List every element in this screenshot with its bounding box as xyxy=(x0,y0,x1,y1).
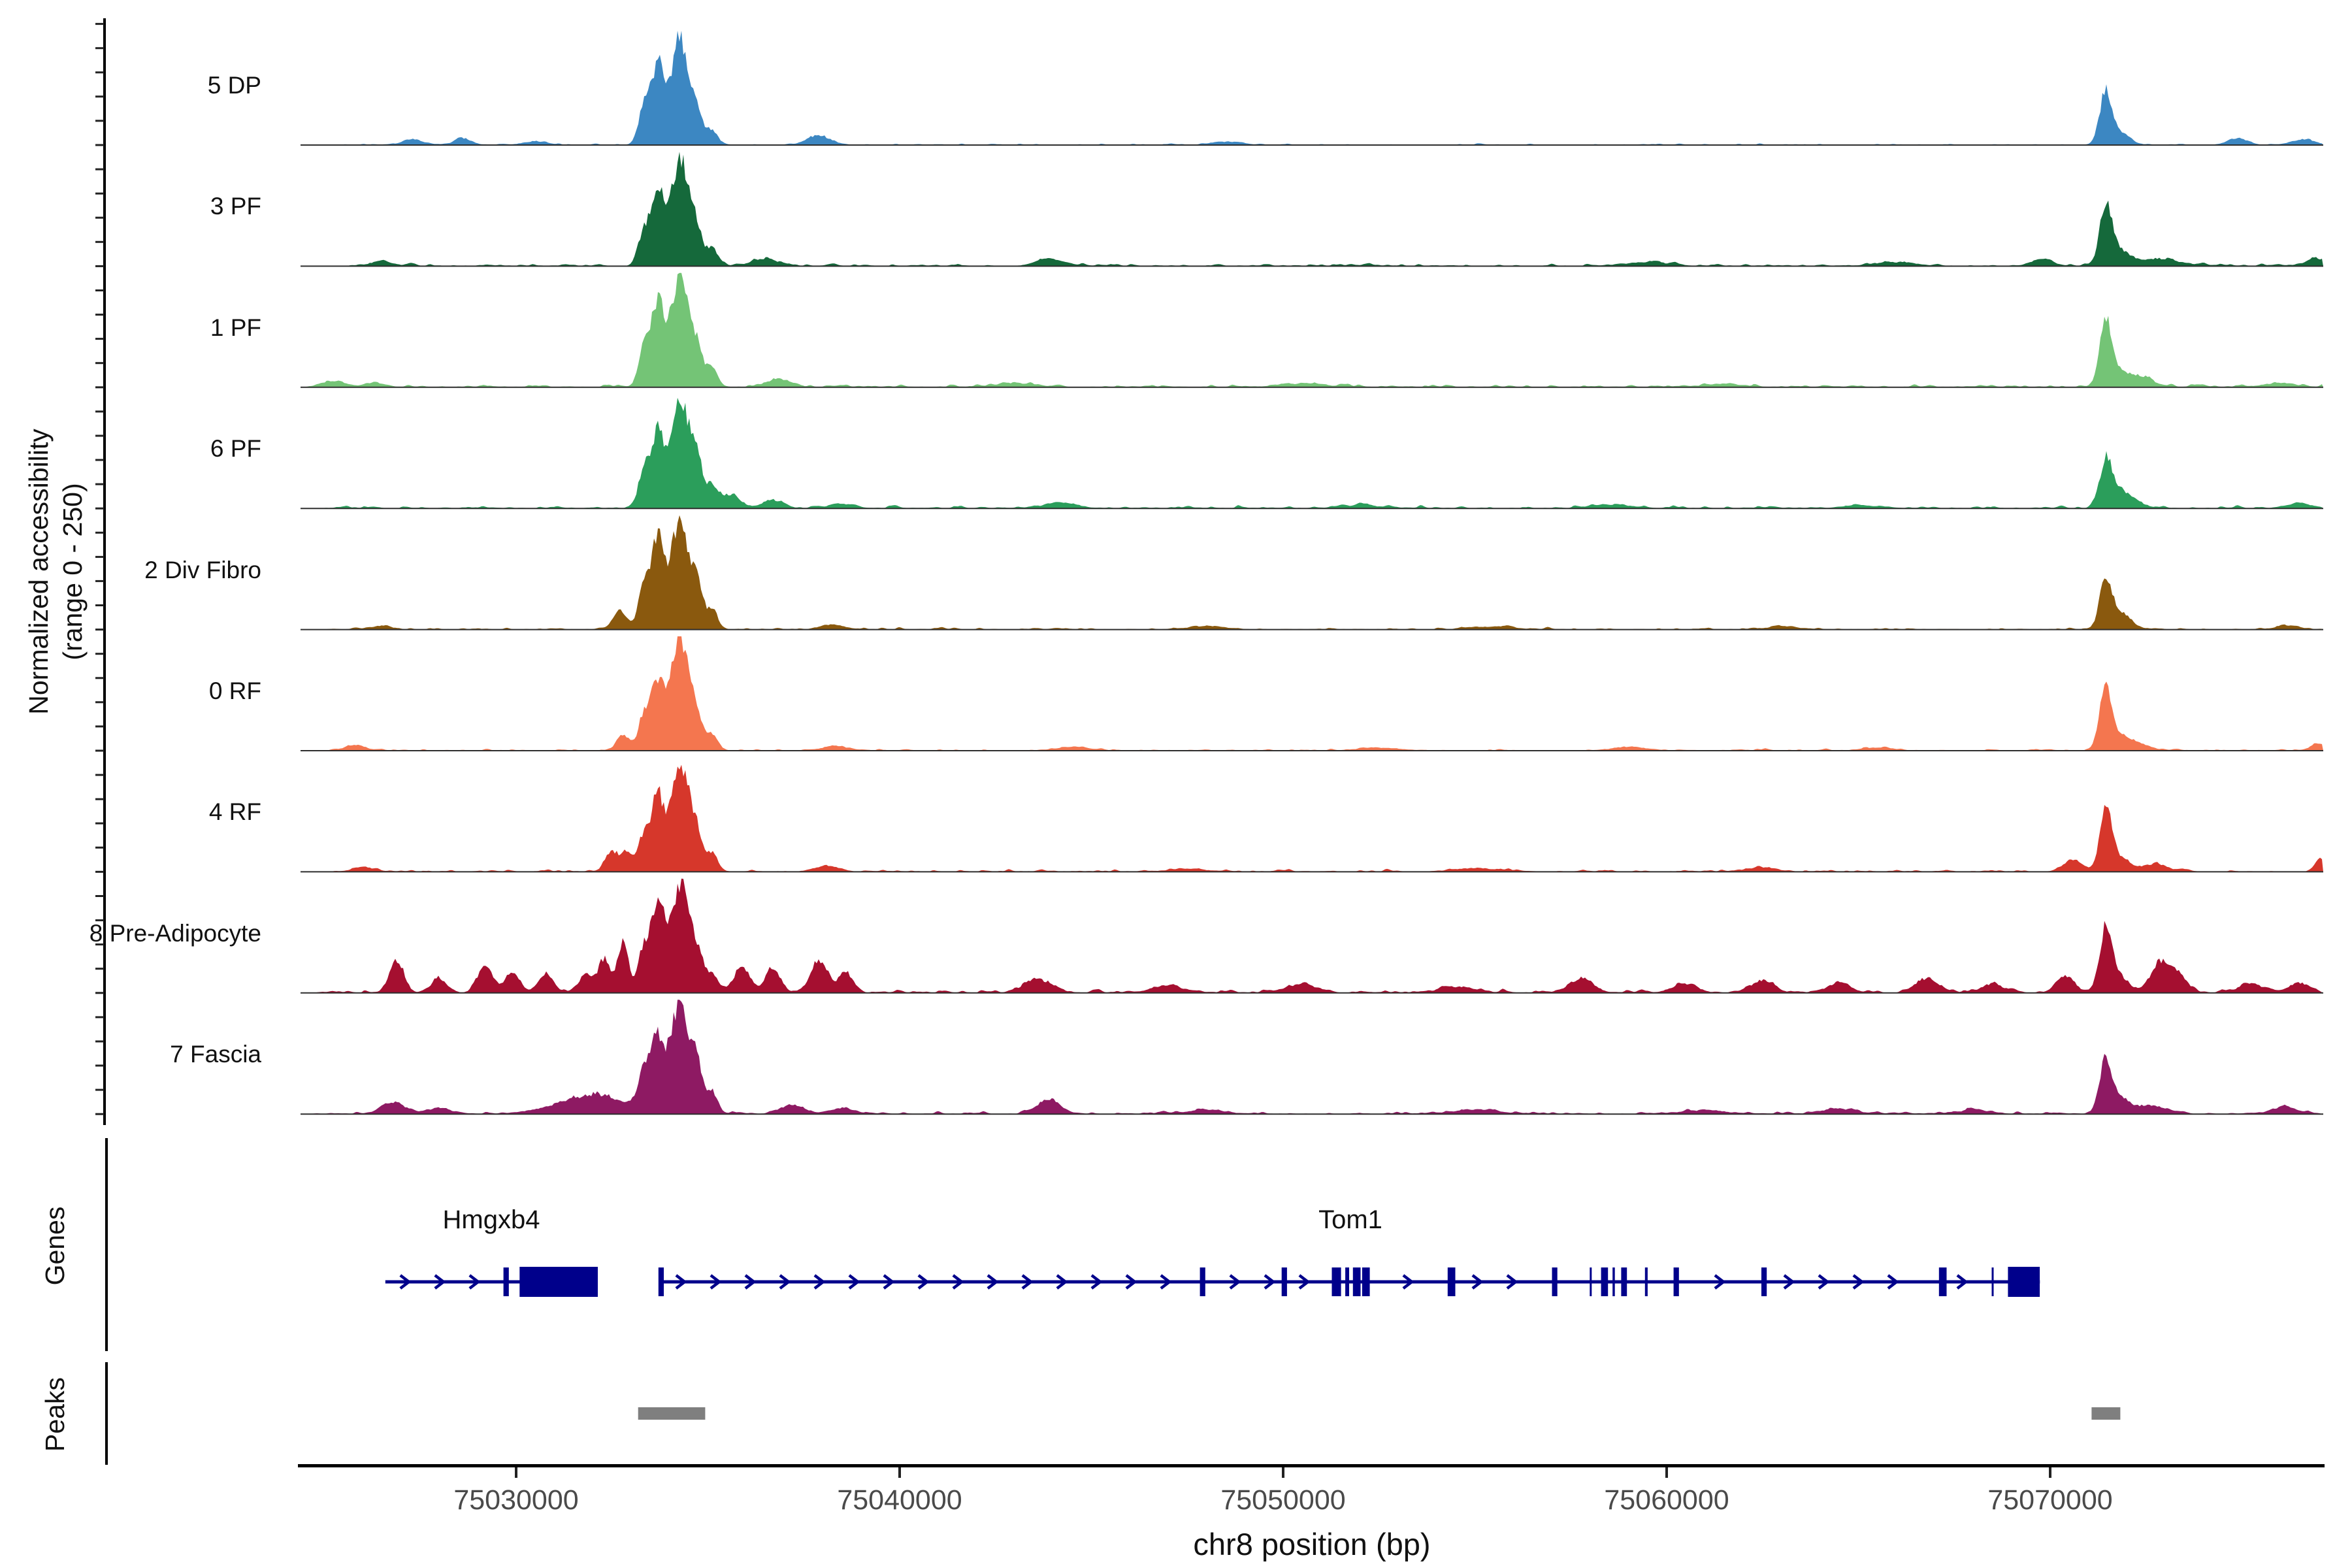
track-signal-7-fascia xyxy=(303,1000,2323,1114)
gene-exon xyxy=(1601,1267,1609,1296)
peak-bar xyxy=(2091,1407,2120,1420)
x-axis-line xyxy=(298,1464,2325,1467)
track-signal-2-div-fibro xyxy=(303,515,2323,630)
y-axis-tick xyxy=(95,47,104,49)
y-axis-tick xyxy=(95,508,104,510)
track-signal-0-rf xyxy=(303,636,2323,751)
y-axis-tick xyxy=(95,604,104,606)
gene-exon-box xyxy=(2008,1267,2040,1297)
y-axis-tick xyxy=(95,798,104,800)
track-signal-3-pf xyxy=(303,152,2323,266)
gene-exon xyxy=(1590,1267,1592,1296)
y-axis-tick xyxy=(95,1089,104,1091)
accessibility-axis-line xyxy=(103,18,106,1125)
gene-exon xyxy=(1200,1267,1205,1296)
track-signal-8-pre-adipocyte xyxy=(303,879,2323,993)
peaks-bracket xyxy=(105,1362,108,1465)
y-axis-tick xyxy=(95,435,104,437)
gene-exon xyxy=(1761,1267,1767,1296)
gene-exon xyxy=(504,1267,509,1296)
x-axis-tick xyxy=(1665,1467,1668,1478)
gene-exon xyxy=(1362,1267,1370,1296)
gene-exon xyxy=(1345,1267,1349,1296)
y-axis-tick xyxy=(95,314,104,316)
y-axis-tick xyxy=(95,120,104,122)
y-axis-tick xyxy=(95,580,104,582)
y-axis-tick xyxy=(95,289,104,291)
y-axis-tick xyxy=(95,823,104,825)
track-signal-6-pf xyxy=(303,398,2323,508)
y-axis-tick xyxy=(95,677,104,679)
y-axis-tick xyxy=(95,653,104,655)
y-axis-tick xyxy=(95,774,104,776)
y-axis-tick xyxy=(95,629,104,630)
y-axis-tick xyxy=(95,532,104,534)
y-axis-tick xyxy=(95,386,104,388)
y-axis-tick xyxy=(95,943,104,945)
y-axis-tick xyxy=(95,459,104,461)
gene-exon xyxy=(1939,1267,1947,1296)
y-axis-tick xyxy=(95,968,104,970)
gene-exon xyxy=(1612,1267,1615,1296)
y-axis-tick xyxy=(95,23,104,25)
track-signal-5-dp xyxy=(303,31,2323,145)
y-axis-tick xyxy=(95,919,104,921)
y-axis-tick xyxy=(95,169,104,171)
gene-exon xyxy=(1645,1267,1648,1296)
y-axis-tick xyxy=(95,871,104,873)
y-axis-tick xyxy=(95,95,104,97)
gene-exon xyxy=(659,1267,664,1296)
y-axis-tick xyxy=(95,1016,104,1018)
gene-exon xyxy=(1282,1267,1287,1296)
y-axis-tick xyxy=(95,483,104,485)
gene-exon-box xyxy=(519,1267,598,1297)
y-axis-tick xyxy=(95,1041,104,1043)
gene-exon xyxy=(1332,1267,1341,1296)
y-axis-tick xyxy=(95,1113,104,1115)
y-axis-tick xyxy=(95,193,104,195)
genes-bracket xyxy=(105,1138,108,1351)
peak-bar xyxy=(638,1407,706,1420)
genome-browser-figure: Normalized accessibility (range 0 - 250)… xyxy=(0,0,2352,1568)
x-axis-tick xyxy=(898,1467,901,1478)
y-axis-tick xyxy=(95,410,104,412)
y-axis-tick xyxy=(95,725,104,727)
y-axis-tick xyxy=(95,241,104,243)
gene-exon xyxy=(1448,1267,1456,1296)
gene-exon xyxy=(1552,1267,1558,1296)
y-axis-tick xyxy=(95,338,104,340)
y-axis-tick xyxy=(95,1065,104,1067)
y-axis-tick xyxy=(95,71,104,73)
track-signal-4-rf xyxy=(303,765,2323,872)
y-axis-tick xyxy=(95,265,104,267)
y-axis-tick xyxy=(95,217,104,219)
y-axis-tick xyxy=(95,362,104,364)
y-axis-tick xyxy=(95,992,104,994)
y-axis-tick xyxy=(95,847,104,849)
x-axis-tick xyxy=(2049,1467,2051,1478)
accessibility-plot-canvas xyxy=(0,0,2352,1568)
gene-exon xyxy=(1621,1267,1627,1296)
gene-exon xyxy=(1353,1267,1361,1296)
gene-exon xyxy=(1992,1267,1994,1296)
gene-exon xyxy=(1674,1267,1679,1296)
y-axis-tick xyxy=(95,750,104,752)
y-axis-tick xyxy=(95,556,104,558)
x-axis-tick xyxy=(515,1467,517,1478)
x-axis-tick xyxy=(1282,1467,1284,1478)
y-axis-tick xyxy=(95,895,104,897)
track-signal-1-pf xyxy=(303,273,2323,387)
y-axis-tick xyxy=(95,701,104,703)
y-axis-tick xyxy=(95,144,104,146)
